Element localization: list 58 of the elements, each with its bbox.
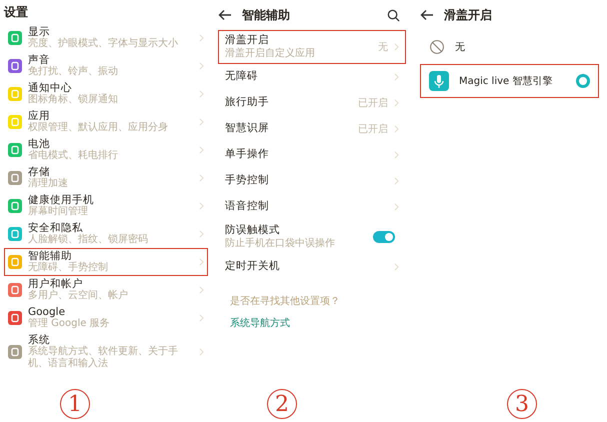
option-item[interactable]: Magic live 智慧引擎	[420, 64, 599, 98]
option-item[interactable]: 无	[420, 32, 599, 62]
chevron-icon	[199, 174, 204, 182]
settings-item[interactable]: 安全和隐私 人脸解锁、指纹、锁屏密码	[4, 220, 208, 248]
chevron-icon	[394, 125, 399, 133]
chevron-icon	[394, 43, 399, 51]
chevron-icon	[394, 177, 399, 185]
chevron-icon	[199, 230, 204, 238]
settings-item[interactable]: 智慧识屏 已开启	[218, 116, 406, 142]
step-number: 3	[507, 389, 537, 419]
toggle-switch[interactable]	[373, 231, 395, 243]
prohibited-icon	[429, 39, 445, 55]
settings-item[interactable]: 旅行助手 已开启	[218, 90, 406, 116]
page-title: 滑盖开启	[444, 6, 492, 24]
settings-item[interactable]: 防误触模式 防止手机在口袋中误操作	[218, 220, 406, 254]
settings-item[interactable]: Google 管理 Google 服务	[4, 304, 208, 332]
settings-item[interactable]: 单手操作	[218, 142, 406, 168]
chevron-icon	[199, 34, 204, 42]
settings-item[interactable]: 无障碍	[218, 64, 406, 90]
page-title: 设置	[4, 4, 28, 20]
settings-item[interactable]: 存储 清理加速	[4, 164, 208, 192]
chevron-icon	[199, 90, 204, 98]
settings-item[interactable]: 语音控制	[218, 194, 406, 220]
radio-button[interactable]	[576, 74, 590, 88]
settings-item[interactable]: 通知中心 图标角标、锁屏通知	[4, 80, 208, 108]
settings-item[interactable]: 定时开关机	[218, 254, 406, 280]
chevron-icon	[199, 146, 204, 154]
chevron-icon	[199, 118, 204, 126]
chevron-icon	[199, 202, 204, 210]
microphone-icon	[429, 71, 449, 91]
link[interactable]: 系统导航方式	[230, 316, 290, 330]
settings-item[interactable]: 滑盖开启 滑盖开启自定义应用 无	[218, 30, 406, 64]
chevron-icon	[199, 62, 204, 70]
settings-item[interactable]: 显示 亮度、护眼模式、字体与显示大小	[4, 24, 208, 52]
hint-text: 是否在寻找其他设置项？	[230, 294, 341, 308]
settings-item[interactable]: 智能辅助 无障碍、手势控制	[4, 248, 208, 276]
step-number: 2	[267, 389, 297, 419]
chevron-icon	[199, 314, 204, 322]
chevron-icon	[394, 263, 399, 271]
settings-item[interactable]: 用户和帐户 多用户、云空间、帐户	[4, 276, 208, 304]
back-icon[interactable]	[218, 9, 232, 21]
settings-item[interactable]: 应用 权限管理、默认应用、应用分身	[4, 108, 208, 136]
chevron-icon	[199, 286, 204, 294]
chevron-icon	[394, 73, 399, 81]
chevron-icon	[199, 348, 204, 356]
settings-item[interactable]: 声音 免打扰、铃声、振动	[4, 52, 208, 80]
step-number: 1	[60, 389, 90, 419]
chevron-icon	[394, 99, 399, 107]
search-icon[interactable]	[387, 8, 400, 22]
chevron-icon	[199, 258, 204, 266]
settings-item[interactable]: 健康使用手机 屏幕时间管理	[4, 192, 208, 220]
settings-item[interactable]: 手势控制	[218, 168, 406, 194]
chevron-icon	[394, 203, 399, 211]
chevron-icon	[394, 151, 399, 159]
settings-item[interactable]: 电池 省电模式、耗电排行	[4, 136, 208, 164]
settings-item[interactable]: 系统 系统导航方式、软件更新、关于手机、语言和输入法	[4, 332, 208, 372]
page-title: 智能辅助	[242, 6, 290, 24]
back-icon[interactable]	[420, 9, 434, 21]
